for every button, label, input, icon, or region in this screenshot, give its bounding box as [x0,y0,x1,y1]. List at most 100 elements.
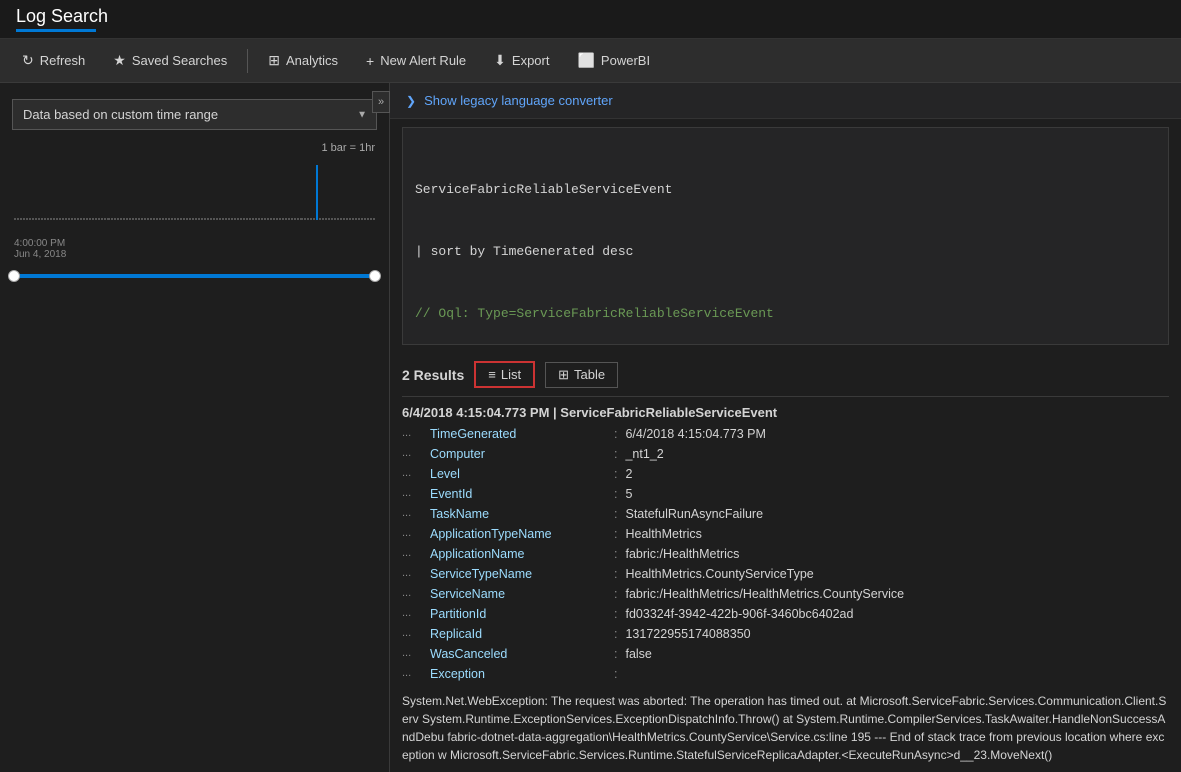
chart-bar-116 [364,218,366,220]
field-value: fabric:/HealthMetrics [625,547,739,561]
field-colon: : [614,667,617,681]
field-value: 5 [625,487,632,501]
chart-bar-60 [195,218,197,220]
field-name: ServiceTypeName [430,567,610,581]
powerbi-icon: ⬜ [577,52,594,69]
chart-bar-25 [89,218,91,220]
chart-bar-62 [201,218,203,220]
chart-bar-112 [352,218,354,220]
chart-bar-52 [171,218,173,220]
field-colon: : [614,587,617,601]
chart-bar-42 [141,218,143,220]
chart-bar-11 [47,218,49,220]
results-bar: 2 Results ≡ List ⊞ Table [390,353,1181,396]
chart-bar-111 [349,218,351,220]
field-name: ApplicationName [430,547,610,561]
expand-icon[interactable]: ... [402,447,422,459]
field-value: HealthMetrics.CountyServiceType [625,567,813,581]
list-view-button[interactable]: ≡ List [474,361,535,388]
field-row: ... Computer : _nt1_2 [402,444,1169,464]
time-range-wrapper: Data based on custom time range [12,99,377,130]
chart-bar-117 [367,218,369,220]
chart-bar-3 [23,218,25,220]
time-range-select[interactable]: Data based on custom time range [12,99,377,130]
sidebar-collapse-button[interactable]: » [372,91,390,113]
expand-icon[interactable]: ... [402,527,422,539]
result-record-header[interactable]: 6/4/2018 4:15:04.773 PM | ServiceFabricR… [402,396,1169,424]
query-box[interactable]: ServiceFabricReliableServiceEvent | sort… [402,127,1169,345]
main-layout: » Data based on custom time range 1 bar … [0,83,1181,772]
chart-bar-70 [225,218,227,220]
refresh-button[interactable]: ↻ Refresh [10,46,97,75]
export-button[interactable]: ⬇ Export [482,46,561,75]
chart-x-time: 4:00:00 PM Jun 4, 2018 [0,236,389,262]
analytics-button[interactable]: ⊞ Analytics [256,46,350,75]
chart-bar-101 [319,218,321,220]
field-row: ... EventId : 5 [402,484,1169,504]
chart-bar-38 [129,218,131,220]
expand-icon[interactable]: ... [402,567,422,579]
chart-bar-119 [373,218,375,220]
field-name: TaskName [430,507,610,521]
chart-bar-84 [267,218,269,220]
chart-bar-57 [186,218,188,220]
chart-bar-48 [159,218,161,220]
expand-icon[interactable]: ... [402,487,422,499]
expand-icon[interactable]: ... [402,607,422,619]
chart-bar-97 [307,218,309,220]
expand-icon[interactable]: ... [402,647,422,659]
field-colon: : [614,527,617,541]
chart-bar-103 [325,218,327,220]
expand-icon[interactable]: ... [402,547,422,559]
field-colon: : [614,507,617,521]
chart-bar-4 [26,218,28,220]
exception-text: System.Net.WebException: The request was… [402,684,1169,772]
field-value: HealthMetrics [625,527,701,541]
legacy-language-bar[interactable]: ❯ Show legacy language converter [390,83,1181,119]
range-handle-right[interactable] [369,270,381,282]
chart-bar-92 [291,218,293,220]
header-bar: Log Search [0,0,1181,39]
chart-bar-58 [189,218,191,220]
chart-bar-8 [38,218,40,220]
field-name: ApplicationTypeName [430,527,610,541]
range-handle-left[interactable] [8,270,20,282]
field-row: ... ApplicationName : fabric:/HealthMetr… [402,544,1169,564]
chart-bar-113 [355,218,357,220]
field-row: ... TaskName : StatefulRunAsyncFailure [402,504,1169,524]
chart-bar-49 [162,218,164,220]
powerbi-button[interactable]: ⬜ PowerBI [565,46,662,75]
expand-icon[interactable]: ... [402,667,422,679]
saved-searches-button[interactable]: ★ Saved Searches [101,46,239,75]
chart-bar-83 [264,218,266,220]
field-name: Exception [430,667,610,681]
star-icon: ★ [113,52,126,69]
expand-icon[interactable]: ... [402,427,422,439]
chart-bar-12 [50,218,52,220]
chart-bar-82 [261,218,263,220]
grid-icon: ⊞ [268,52,280,69]
table-view-button[interactable]: ⊞ Table [545,362,618,388]
chart-bar-37 [126,218,128,220]
separator-1 [247,49,248,73]
field-row: ... ReplicaId : 131722955174088350 [402,624,1169,644]
field-name: ReplicaId [430,627,610,641]
field-value: false [625,647,651,661]
chart-bar-63 [204,218,206,220]
expand-icon[interactable]: ... [402,507,422,519]
field-colon: : [614,627,617,641]
chart-bar-86 [273,218,275,220]
expand-icon[interactable]: ... [402,587,422,599]
chart-bar-104 [328,218,330,220]
chart-bar-34 [117,218,119,220]
field-value: 2 [625,467,632,481]
expand-icon[interactable]: ... [402,627,422,639]
expand-icon[interactable]: ... [402,467,422,479]
chart-bar-94 [297,218,299,220]
chart-bar-36 [123,218,125,220]
content-area: ❯ Show legacy language converter Service… [390,83,1181,772]
chart-bar-73 [234,218,236,220]
list-icon: ≡ [488,367,496,382]
new-alert-button[interactable]: + New Alert Rule [354,47,478,75]
chart-bar-41 [138,218,140,220]
